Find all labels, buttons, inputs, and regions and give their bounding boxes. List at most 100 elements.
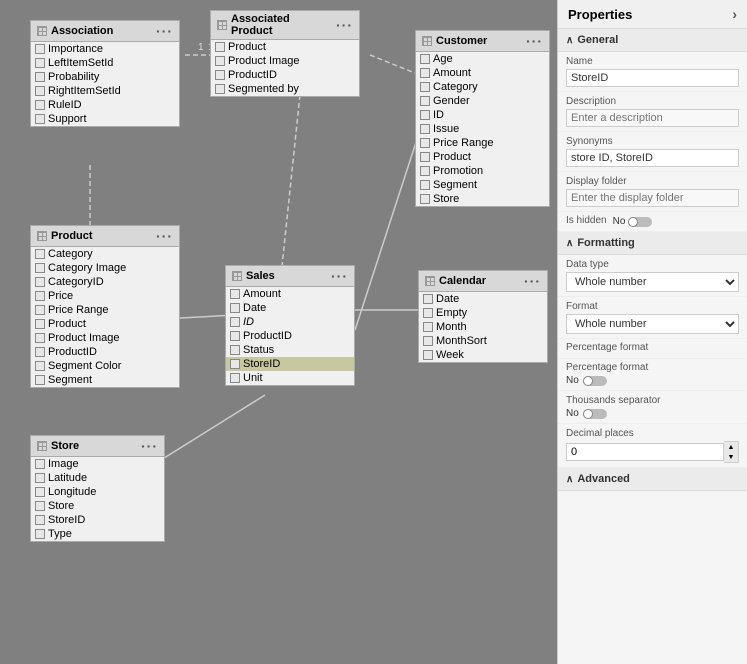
table-row: RightItemSetId [31, 84, 179, 98]
table-row: Product [31, 317, 179, 331]
section-general-header[interactable]: ∧ General [558, 29, 747, 52]
table-row: Segment [31, 373, 179, 387]
toggle-no-label: No [613, 216, 626, 227]
table-row: Date [419, 292, 547, 306]
chevron-down-icon: ∧ [566, 35, 573, 46]
table-associated-product-header: Associated Product ··· [211, 11, 359, 40]
table-row: Segmented by [211, 82, 359, 96]
field-icon [230, 289, 240, 299]
field-icon [35, 263, 45, 273]
field-icon [35, 58, 45, 68]
table-row: Image [31, 457, 164, 471]
chevron-down-icon: ∧ [566, 474, 573, 485]
chevron-down-icon: ∧ [566, 238, 573, 249]
prop-synonyms-input[interactable] [566, 149, 739, 167]
table-row-storeid: StoreID [226, 357, 354, 371]
prop-decimal-places: Decimal places ▲ ▼ [558, 424, 747, 468]
table-row: Amount [416, 66, 549, 80]
table-customer-title: Customer [436, 35, 487, 47]
prop-data-type: Data type Whole number [558, 255, 747, 297]
field-icon [35, 100, 45, 110]
prop-decimal-places-label: Decimal places [566, 428, 739, 439]
table-customer-header: Customer ··· [416, 31, 549, 52]
table-row: Longitude [31, 485, 164, 499]
toggle-track [583, 409, 607, 419]
table-store[interactable]: Store ··· Image Latitude Longitude Store… [30, 435, 165, 542]
table-calendar[interactable]: Calendar ··· Date Empty Month MonthSort … [418, 270, 548, 363]
panel-collapse-button[interactable]: › [732, 6, 737, 22]
field-icon [35, 44, 45, 54]
decimal-places-spinner[interactable]: ▲ ▼ [566, 441, 739, 463]
spinner-down-button[interactable]: ▼ [724, 452, 738, 462]
field-icon [423, 350, 433, 360]
prop-description-label: Description [566, 96, 739, 107]
table-row: ProductID [31, 345, 179, 359]
section-formatting-header[interactable]: ∧ Formatting [558, 232, 747, 255]
percentage-format-toggle[interactable]: No [566, 375, 739, 386]
table-sales-header: Sales ··· [226, 266, 354, 287]
diagram-canvas[interactable]: 1 1 Association ··· Importance LeftItemS… [0, 0, 557, 664]
panel-title: Properties [568, 7, 632, 22]
field-icon [230, 359, 240, 369]
field-icon [215, 56, 225, 66]
spinner-up-button[interactable]: ▲ [724, 442, 738, 452]
toggle-track [628, 217, 652, 227]
panel-header: Properties › [558, 0, 747, 29]
field-icon [35, 305, 45, 315]
table-product[interactable]: Product ··· Category Category Image Cate… [30, 225, 180, 388]
prop-format-select[interactable]: Whole number [566, 314, 739, 334]
section-advanced-label: Advanced [577, 473, 630, 485]
decimal-places-input[interactable] [566, 443, 724, 461]
field-icon [420, 82, 430, 92]
table-icon [425, 276, 435, 286]
prop-description-input[interactable] [566, 109, 739, 127]
table-icon [232, 271, 242, 281]
prop-synonyms: Synonyms [558, 132, 747, 172]
prop-format-label: Format [566, 301, 739, 312]
table-row: Price Range [416, 136, 549, 150]
thousands-separator-toggle[interactable]: No [566, 408, 739, 419]
field-icon [35, 473, 45, 483]
table-sales[interactable]: Sales ··· Amount Date ID ProductID Statu… [225, 265, 355, 386]
table-row: Type [31, 527, 164, 541]
field-icon [420, 54, 430, 64]
table-row: Gender [416, 94, 549, 108]
table-calendar-title: Calendar [439, 275, 486, 287]
field-icon [35, 515, 45, 525]
table-row: Price Range [31, 303, 179, 317]
field-icon [35, 86, 45, 96]
table-row: Unit [226, 371, 354, 385]
field-icon [230, 317, 240, 327]
table-icon [217, 20, 227, 30]
table-customer[interactable]: Customer ··· Age Amount Category Gender … [415, 30, 550, 207]
table-row: Product Image [31, 331, 179, 345]
table-row: Category [416, 80, 549, 94]
table-row: Segment [416, 178, 549, 192]
table-row: Week [419, 348, 547, 362]
prop-data-type-select[interactable]: Whole number [566, 272, 739, 292]
table-association[interactable]: Association ··· Importance LeftItemSetId… [30, 20, 180, 127]
toggle-thumb [583, 409, 593, 419]
toggle-thumb [628, 217, 638, 227]
is-hidden-toggle[interactable]: No [613, 216, 653, 227]
table-row: Product [211, 40, 359, 54]
table-row: Date [226, 301, 354, 315]
field-icon [35, 114, 45, 124]
table-row: LeftItemSetId [31, 56, 179, 70]
section-advanced-header[interactable]: ∧ Advanced [558, 468, 747, 491]
table-associated-product[interactable]: Associated Product ··· Product Product I… [210, 10, 360, 97]
prop-display-folder: Display folder [558, 172, 747, 212]
field-icon [215, 84, 225, 94]
table-calendar-header: Calendar ··· [419, 271, 547, 292]
table-row: Category Image [31, 261, 179, 275]
prop-synonyms-label: Synonyms [566, 136, 739, 147]
table-row: ID [416, 108, 549, 122]
prop-is-hidden: Is hidden No [558, 212, 747, 232]
field-icon [423, 308, 433, 318]
table-row: Empty [419, 306, 547, 320]
prop-name: Name [558, 52, 747, 92]
prop-display-folder-input[interactable] [566, 189, 739, 207]
table-row: ProductID [211, 68, 359, 82]
prop-name-input[interactable] [566, 69, 739, 87]
field-icon [420, 68, 430, 78]
